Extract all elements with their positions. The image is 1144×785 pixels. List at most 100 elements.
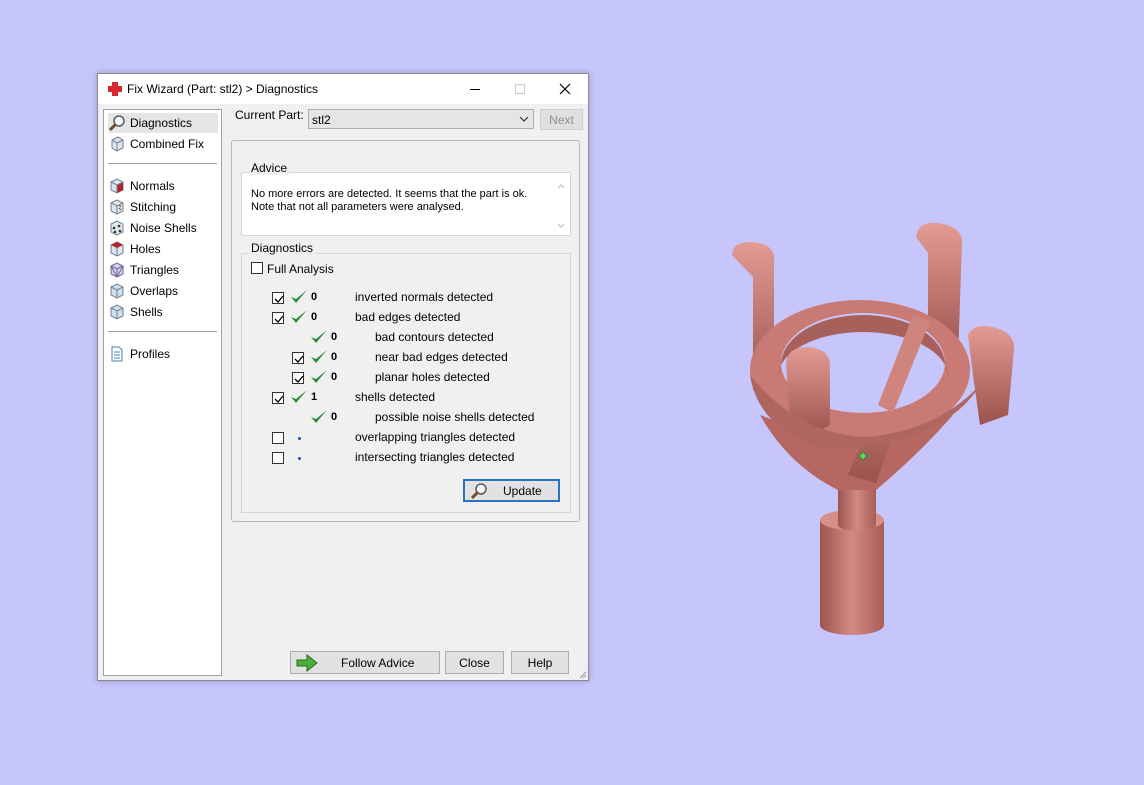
- sidebar-item-label: Shells: [130, 305, 163, 319]
- noise-shells-icon: [110, 220, 124, 236]
- fix-wizard-window: Fix Wizard (Part: stl2) > Diagnostics Di…: [97, 73, 589, 681]
- sidebar-divider: [108, 163, 217, 164]
- sidebar-item-normals[interactable]: Normals: [108, 176, 218, 196]
- sidebar-item-label: Profiles: [130, 347, 171, 361]
- diag-count: 0: [331, 331, 338, 343]
- sidebar: Diagnostics Combined Fix Normals Stitchi…: [103, 109, 222, 676]
- planar-holes-checkbox[interactable]: [292, 372, 304, 384]
- sidebar-item-combined-fix[interactable]: Combined Fix: [108, 134, 218, 154]
- diagnostics-title: Diagnostics: [249, 241, 316, 255]
- magnifier-icon: [470, 483, 487, 500]
- checkmark-icon: [274, 395, 284, 403]
- diag-label: inverted normals detected: [355, 290, 494, 304]
- help-button[interactable]: Help: [511, 651, 569, 674]
- document-icon: [111, 346, 123, 362]
- green-arrow-icon: [296, 654, 318, 672]
- diag-label: bad contours detected: [375, 330, 494, 344]
- bad-edges-checkbox[interactable]: [272, 312, 284, 324]
- minimize-icon: [470, 89, 480, 90]
- 3d-model-render[interactable]: [718, 215, 1018, 640]
- close-icon: [559, 83, 571, 95]
- sidebar-item-overlaps[interactable]: Overlaps: [108, 281, 218, 301]
- checkmark-icon: [294, 375, 304, 383]
- chevron-down-icon: [519, 116, 529, 122]
- minimize-button[interactable]: [452, 74, 498, 104]
- sidebar-item-profiles[interactable]: Profiles: [108, 344, 218, 364]
- green-check-icon: [311, 410, 327, 423]
- current-part-select[interactable]: stl2: [308, 109, 534, 129]
- diag-label: intersecting triangles detected: [355, 450, 515, 464]
- diag-label: shells detected: [355, 390, 436, 404]
- sidebar-item-triangles[interactable]: Triangles: [108, 260, 218, 280]
- sidebar-item-label: Stitching: [130, 200, 177, 214]
- sidebar-item-stitching[interactable]: Stitching: [108, 197, 218, 217]
- sidebar-item-label: Combined Fix: [130, 137, 205, 151]
- sidebar-item-label: Overlaps: [130, 284, 179, 298]
- current-part-value: stl2: [312, 113, 331, 127]
- diag-count: 0: [311, 311, 318, 323]
- close-button[interactable]: Close: [445, 651, 504, 674]
- diag-label: near bad edges detected: [375, 350, 508, 364]
- near-bad-edges-checkbox[interactable]: [292, 352, 304, 364]
- window-title: Fix Wizard (Part: stl2) > Diagnostics: [127, 82, 319, 96]
- next-button[interactable]: Next: [540, 109, 583, 130]
- green-check-icon: [311, 370, 327, 383]
- green-check-icon: [291, 290, 307, 303]
- diag-count: 0: [331, 411, 338, 423]
- diag-count: 0: [311, 291, 318, 303]
- intersecting-triangles-checkbox[interactable]: [272, 452, 284, 464]
- maximize-button[interactable]: [497, 74, 543, 104]
- diag-label: overlapping triangles detected: [355, 430, 516, 444]
- diag-count: 0: [331, 371, 338, 383]
- update-button[interactable]: Update: [463, 479, 560, 502]
- full-analysis-checkbox[interactable]: [251, 262, 263, 274]
- pending-dot-icon: [298, 457, 301, 460]
- advice-box: No more errors are detected. It seems th…: [241, 172, 571, 236]
- overlapping-triangles-checkbox[interactable]: [272, 432, 284, 444]
- advice-text-line1: No more errors are detected. It seems th…: [251, 188, 528, 200]
- resize-grip-icon[interactable]: [577, 669, 587, 679]
- diag-label: planar holes detected: [375, 370, 490, 384]
- advice-text-line2: Note that not all parameters were analys…: [251, 201, 464, 213]
- overlaps-cube-icon: [110, 283, 124, 299]
- close-window-button[interactable]: [542, 74, 588, 104]
- pending-dot-icon: [298, 437, 301, 440]
- green-check-icon: [291, 310, 307, 323]
- triangles-cube-icon: [110, 262, 124, 278]
- full-analysis-label: Full Analysis: [267, 262, 334, 276]
- sidebar-item-label: Normals: [130, 179, 175, 193]
- holes-cube-icon: [110, 241, 124, 257]
- diag-label: possible noise shells detected: [375, 410, 535, 424]
- sidebar-item-label: Holes: [130, 242, 161, 256]
- sidebar-item-noise-shells[interactable]: Noise Shells: [108, 218, 218, 238]
- shells-cube-icon: [110, 304, 124, 320]
- maximize-icon: [515, 84, 525, 94]
- sidebar-item-diagnostics[interactable]: Diagnostics: [108, 113, 218, 133]
- advice-scrollbar[interactable]: [555, 182, 567, 230]
- advice-title: Advice: [249, 161, 290, 175]
- current-part-label: Current Part:: [235, 108, 304, 122]
- sidebar-item-holes[interactable]: Holes: [108, 239, 218, 259]
- checkmark-icon: [294, 355, 304, 363]
- checkmark-icon: [274, 295, 284, 303]
- magnifier-icon: [108, 115, 125, 132]
- normals-cube-icon: [110, 178, 124, 194]
- stitching-cube-icon: [110, 199, 124, 215]
- diag-count: 1: [311, 391, 318, 403]
- green-check-icon: [311, 330, 327, 343]
- sidebar-item-label: Triangles: [130, 263, 179, 277]
- sidebar-item-shells[interactable]: Shells: [108, 302, 218, 322]
- inverted-normals-checkbox[interactable]: [272, 292, 284, 304]
- follow-advice-button[interactable]: Follow Advice: [290, 651, 440, 674]
- follow-advice-label: Follow Advice: [341, 656, 415, 670]
- green-check-icon: [311, 350, 327, 363]
- cube-icon: [111, 136, 124, 152]
- red-cross-icon: [108, 82, 122, 96]
- green-check-icon: [291, 390, 307, 403]
- sidebar-item-label: Noise Shells: [130, 221, 197, 235]
- shells-checkbox[interactable]: [272, 392, 284, 404]
- sidebar-item-label: Diagnostics: [130, 116, 193, 130]
- update-label: Update: [503, 484, 542, 498]
- title-bar[interactable]: Fix Wizard (Part: stl2) > Diagnostics: [98, 74, 588, 104]
- checkmark-icon: [274, 315, 284, 323]
